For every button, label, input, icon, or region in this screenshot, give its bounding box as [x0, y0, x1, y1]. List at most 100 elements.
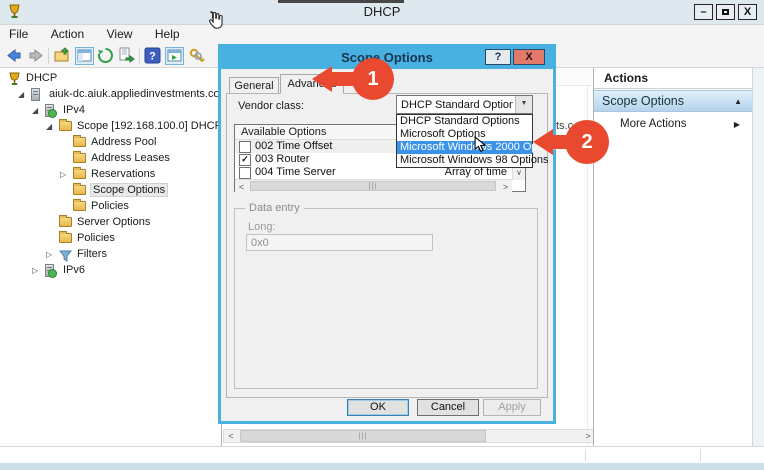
tree-item-label: IPv6: [63, 264, 85, 276]
tree-item-ipv6[interactable]: ▷ IPv6: [0, 263, 222, 279]
right-gutter: [752, 68, 764, 446]
more-actions-item[interactable]: More Actions ▶: [594, 115, 752, 135]
checkbox-checked[interactable]: ✓: [239, 154, 251, 166]
maximize-button[interactable]: [716, 4, 735, 20]
arrow-cursor-icon: [474, 136, 491, 159]
scroll-left-icon[interactable]: <: [235, 181, 248, 192]
close-button[interactable]: X: [738, 4, 757, 20]
long-value-input[interactable]: 0x0: [246, 234, 433, 251]
folder-up-icon[interactable]: [54, 47, 72, 65]
tree-expander-icon[interactable]: ◢: [18, 90, 28, 100]
menu-view[interactable]: View: [98, 25, 142, 41]
scope-options-dialog: Scope Options ? X General Advanced Vendo…: [218, 44, 556, 424]
apply-button[interactable]: Apply: [483, 399, 541, 416]
tree-item-address-pool[interactable]: Address Pool: [0, 135, 222, 151]
cropped-overlay-fragment: [278, 0, 404, 3]
tree-item-policies-scope[interactable]: Policies: [0, 199, 222, 215]
tree-item-scope[interactable]: ◢ Scope [192.168.100.0] DHCP: [0, 119, 222, 135]
back-icon[interactable]: [6, 47, 24, 65]
dropdown-option-highlighted[interactable]: Microsoft Windows 2000 Options: [397, 141, 532, 154]
checkbox-unchecked[interactable]: [239, 167, 251, 179]
scrollbar-thumb[interactable]: |||: [240, 430, 486, 442]
keys-icon[interactable]: [188, 47, 206, 65]
tree-expander-icon[interactable]: ◢: [46, 122, 56, 132]
menu-action[interactable]: Action: [42, 25, 93, 41]
export-list-icon[interactable]: [118, 47, 136, 65]
tree-item-server[interactable]: ◢ aiuk-dc.aiuk.appliedinvestments.co.u: [0, 87, 222, 103]
cancel-button[interactable]: Cancel: [417, 399, 479, 416]
tree-expander-icon[interactable]: ▷: [46, 250, 56, 260]
status-bar-divider: [585, 449, 586, 461]
column-header-label: Available Options: [241, 126, 326, 138]
hand-cursor-icon: [203, 8, 225, 37]
tree-item-label: Policies: [77, 232, 115, 244]
callout-1-badge: 1: [352, 58, 394, 100]
checkbox-unchecked[interactable]: [239, 141, 251, 153]
option-label: 004 Time Server: [255, 166, 336, 178]
vendor-class-combobox[interactable]: DHCP Standard Options ▼: [396, 95, 533, 114]
option-label: 003 Router: [255, 153, 309, 165]
dialog-help-button[interactable]: ?: [485, 49, 511, 65]
server-icon: [31, 88, 40, 101]
menu-help[interactable]: Help: [146, 25, 189, 41]
callout-1-arrow-body: [330, 72, 354, 86]
ipv4-server-icon: [45, 104, 54, 117]
server-options-folder-icon: [59, 217, 72, 227]
ipv6-server-icon: [45, 264, 54, 277]
callout-1-arrow: [312, 66, 332, 92]
tree-item-scope-options[interactable]: Scope Options: [0, 183, 222, 199]
dropdown-option[interactable]: Microsoft Windows 98 Options: [397, 154, 532, 167]
menu-bar: File Action View Help: [0, 25, 764, 44]
tree-item-label: Scope [192.168.100.0] DHCP: [77, 120, 222, 132]
toolbar-separator: [48, 48, 49, 64]
dialog-close-button[interactable]: X: [513, 49, 545, 65]
console-tree-panel: DHCP ◢ aiuk-dc.aiuk.appliedinvestments.c…: [0, 68, 222, 446]
status-bar: [0, 446, 764, 463]
scroll-left-icon[interactable]: <: [224, 430, 238, 442]
actions-header-label: Actions: [604, 71, 648, 85]
results-horizontal-scrollbar[interactable]: < ||| >: [223, 429, 596, 443]
menu-file[interactable]: File: [0, 25, 37, 41]
actions-section-scope-options[interactable]: Scope Options ▲: [594, 90, 752, 112]
tree-item-policies-server[interactable]: Policies: [0, 231, 222, 247]
callout-2-arrow: [533, 129, 553, 155]
scroll-right-icon[interactable]: >: [499, 181, 512, 192]
tree-item-label: DHCP: [26, 72, 57, 84]
scroll-down-icon[interactable]: ∨: [513, 167, 525, 180]
tree-item-dhcp-root[interactable]: DHCP: [0, 71, 222, 87]
reservations-folder-icon: [73, 169, 86, 179]
combobox-dropdown-icon[interactable]: ▼: [515, 96, 532, 113]
console-tree-icon[interactable]: [75, 47, 94, 65]
dropdown-option[interactable]: DHCP Standard Options: [397, 115, 532, 128]
address-leases-folder-icon: [73, 153, 86, 163]
tab-general[interactable]: General: [229, 77, 279, 94]
tree-item-reservations[interactable]: ▷ Reservations: [0, 167, 222, 183]
long-label: Long:: [248, 221, 276, 233]
ok-button[interactable]: OK: [347, 399, 409, 416]
show-window-icon[interactable]: [165, 47, 184, 65]
policies-folder-icon: [73, 201, 86, 211]
forward-icon[interactable]: [27, 47, 45, 65]
minimize-button[interactable]: –: [694, 4, 713, 20]
scope-options-folder-icon: [73, 185, 86, 195]
tree-item-ipv4[interactable]: ◢ IPv4: [0, 103, 222, 119]
help-icon[interactable]: ?: [144, 47, 162, 65]
vendor-class-value: DHCP Standard Options: [401, 99, 513, 111]
tree-item-label: Address Leases: [91, 152, 170, 164]
tree-expander-icon[interactable]: ▷: [60, 170, 70, 180]
collapse-icon[interactable]: ▲: [734, 97, 742, 106]
status-bar-divider: [700, 449, 701, 461]
tree-item-label: Reservations: [91, 168, 155, 180]
tree-item-label: aiuk-dc.aiuk.appliedinvestments.co.u: [49, 88, 221, 100]
scrollbar-thumb[interactable]: |||: [250, 181, 496, 191]
tree-expander-icon[interactable]: ▷: [32, 266, 42, 276]
dropdown-option[interactable]: Microsoft Options: [397, 128, 532, 141]
scope-folder-icon: [59, 121, 72, 131]
refresh-icon[interactable]: [97, 47, 115, 65]
option-label: 002 Time Offset: [255, 140, 332, 152]
tree-expander-icon[interactable]: ◢: [32, 106, 42, 116]
options-horizontal-scrollbar[interactable]: < ||| >: [235, 179, 512, 192]
tree-item-filters[interactable]: ▷ Filters: [0, 247, 222, 263]
tree-item-server-options[interactable]: Server Options: [0, 215, 222, 231]
tree-item-address-leases[interactable]: Address Leases: [0, 151, 222, 167]
